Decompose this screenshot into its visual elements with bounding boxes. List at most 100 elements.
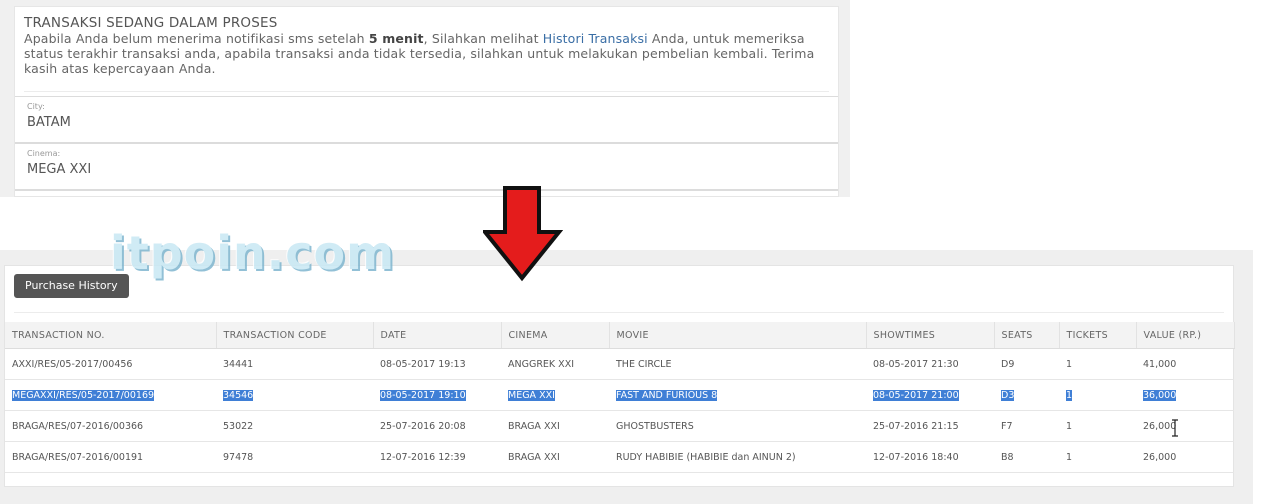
- cell-text: 08-05-2017 21:00: [873, 389, 959, 401]
- cell-text: ANGGREK XXI: [508, 358, 574, 370]
- city-value: BATAM: [27, 115, 71, 130]
- cell-text: THE CIRCLE: [616, 358, 672, 370]
- cell-text: BRAGA XXI: [508, 420, 560, 432]
- table-row[interactable]: BRAGA/RES/07-2016/00366 53022 25-07-2016 2…: [5, 410, 1234, 442]
- table-cell: 34546: [216, 379, 373, 411]
- table-cell: 12-07-2016 18:40: [866, 441, 994, 473]
- cell-text: 53022: [223, 420, 254, 432]
- column-header[interactable]: TRANSACTION CODE: [216, 322, 374, 349]
- table-row[interactable]: BRAGA/RES/07-2016/00191 97478 12-07-2016 1…: [5, 441, 1234, 473]
- cell-text: BRAGA/RES/07-2016/00366: [12, 420, 144, 432]
- table-cell: D3: [994, 379, 1059, 411]
- cell-text: 08-05-2017 19:10: [380, 389, 466, 401]
- table-cell: BRAGA XXI: [501, 410, 609, 442]
- cell-text: MEGAXXI/RES/05-2017/00169: [12, 389, 155, 401]
- city-field[interactable]: City: BATAM: [15, 96, 838, 143]
- column-header[interactable]: DATE: [373, 322, 502, 349]
- column-header[interactable]: SHOWTIMES: [866, 322, 995, 349]
- table-cell: 1: [1059, 441, 1136, 473]
- column-header[interactable]: MOVIE: [609, 322, 867, 349]
- table-cell: 25-07-2016 20:08: [373, 410, 501, 442]
- cell-text: 08-05-2017 21:30: [873, 358, 959, 370]
- column-header[interactable]: VALUE (RP.): [1136, 322, 1235, 349]
- table-cell: BRAGA/RES/07-2016/00191: [5, 441, 216, 473]
- cell-text: 25-07-2016 20:08: [380, 420, 466, 432]
- cell-text: MEGA XXI: [508, 389, 555, 401]
- history-divider: [14, 312, 1224, 313]
- table-cell: GHOSTBUSTERS: [609, 410, 866, 442]
- notice-text-part2: , Silahkan melihat: [423, 31, 543, 46]
- table-header-row: TRANSACTION NO. TRANSACTION CODE DATE CINEM…: [5, 322, 1235, 349]
- city-label: City:: [27, 102, 45, 111]
- table-cell: BRAGA XXI: [501, 441, 609, 473]
- table-cell: 08-05-2017 21:00: [866, 379, 994, 411]
- table-cell: 53022: [216, 410, 373, 442]
- column-header[interactable]: CINEMA: [501, 322, 610, 349]
- cell-text: 1: [1066, 389, 1073, 401]
- table-cell: F7: [994, 410, 1059, 442]
- table-cell: RUDY HABIBIE (HABIBIE dan AINUN 2): [609, 441, 866, 473]
- column-header[interactable]: SEATS: [994, 322, 1060, 349]
- notice-text-part1: Apabila Anda belum menerima notifikasi s…: [24, 31, 369, 46]
- notice-text-bold: 5 menit: [368, 31, 424, 46]
- history-table: TRANSACTION NO. TRANSACTION CODE DATE CINEM…: [5, 322, 1235, 473]
- cinema-field[interactable]: Cinema: MEGA XXI: [15, 143, 838, 190]
- table-cell: BRAGA/RES/07-2016/00366: [5, 410, 216, 442]
- column-header[interactable]: TRANSACTION NO.: [5, 322, 217, 349]
- table-cell: 26,000: [1136, 441, 1234, 473]
- table-cell: 1: [1059, 379, 1136, 411]
- table-body: AXXI/RES/05-2017/00456 34441 08-05-2017 19…: [5, 348, 1234, 473]
- cell-text: 97478: [223, 451, 254, 463]
- table-cell: MEGAXXI/RES/05-2017/00169: [5, 379, 216, 411]
- cinema-value: MEGA XXI: [27, 162, 92, 177]
- cell-text: 34546: [223, 389, 254, 401]
- table-cell: 34441: [216, 348, 373, 380]
- table-row[interactable]: AXXI/RES/05-2017/00456 34441 08-05-2017 19…: [5, 348, 1234, 380]
- cell-text: D3: [1001, 389, 1015, 401]
- transaction-history-link[interactable]: Histori Transaksi: [543, 31, 648, 46]
- history-card: Purchase History TRANSACTION NO. TRANSACT…: [4, 265, 1235, 487]
- table-cell: THE CIRCLE: [609, 348, 866, 380]
- cell-text: D9: [1001, 358, 1015, 370]
- notice-divider: [24, 91, 829, 92]
- purchase-history-panel: Purchase History TRANSACTION NO. TRANSACT…: [0, 250, 1253, 504]
- cell-text: GHOSTBUSTERS: [616, 420, 694, 432]
- cinema-label: Cinema:: [27, 149, 61, 158]
- table-cell: MEGA XXI: [501, 379, 609, 411]
- table-row[interactable]: MEGAXXI/RES/05-2017/00169 34546 08-05-2017…: [5, 379, 1234, 411]
- table-cell: 36,000: [1136, 379, 1234, 411]
- cell-text: 12-07-2016 12:39: [380, 451, 466, 463]
- table-cell: 25-07-2016 21:15: [866, 410, 994, 442]
- table-cell: 08-05-2017 21:30: [866, 348, 994, 380]
- notice-title: TRANSAKSI SEDANG DALAM PROSES: [24, 15, 278, 31]
- cell-text: 36,000: [1143, 389, 1177, 401]
- table-cell: 1: [1059, 410, 1136, 442]
- table-cell: 97478: [216, 441, 373, 473]
- next-field-cutoff[interactable]: [15, 190, 838, 196]
- table-cell: FAST AND FURIOUS 8: [609, 379, 866, 411]
- table-cell: 26,000: [1136, 410, 1234, 442]
- cell-text: 34441: [223, 358, 254, 370]
- table-cell: 08-05-2017 19:13: [373, 348, 501, 380]
- cell-text: 25-07-2016 21:15: [873, 420, 959, 432]
- cell-text: 08-05-2017 19:13: [380, 358, 466, 370]
- text-cursor-icon: [1172, 419, 1178, 437]
- down-arrow-icon: [483, 186, 563, 282]
- cell-text: 26,000: [1143, 451, 1177, 463]
- column-header[interactable]: TICKETS: [1059, 322, 1137, 349]
- cell-text: BRAGA/RES/07-2016/00191: [12, 451, 144, 463]
- cell-text: RUDY HABIBIE (HABIBIE dan AINUN 2): [616, 451, 796, 463]
- cell-text: 41,000: [1143, 358, 1177, 370]
- table-cell: AXXI/RES/05-2017/00456: [5, 348, 216, 380]
- table-cell: B8: [994, 441, 1059, 473]
- notice-card: TRANSAKSI SEDANG DALAM PROSES Apabila An…: [14, 6, 839, 197]
- cell-text: 12-07-2016 18:40: [873, 451, 959, 463]
- table-cell: 08-05-2017 19:10: [373, 379, 501, 411]
- transaction-notice-panel: TRANSAKSI SEDANG DALAM PROSES Apabila An…: [0, 0, 850, 197]
- cell-text: 1: [1066, 420, 1073, 432]
- watermark: itpoin.com: [110, 226, 396, 280]
- cell-text: FAST AND FURIOUS 8: [616, 389, 718, 401]
- cell-text: BRAGA XXI: [508, 451, 560, 463]
- table-cell: ANGGREK XXI: [501, 348, 609, 380]
- cell-text: B8: [1001, 451, 1014, 463]
